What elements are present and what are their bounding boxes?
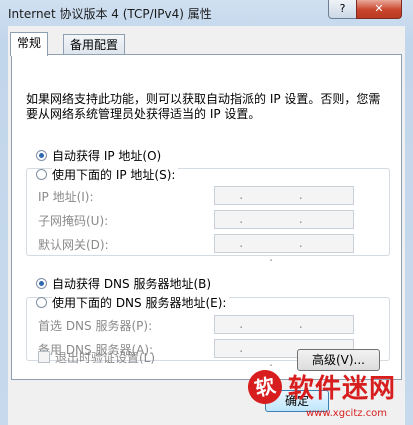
site-watermark: 软 软件迷网 www.xgcitz.com bbox=[240, 360, 413, 425]
preferred-dns-input[interactable]: . . . bbox=[214, 315, 354, 345]
tab-general[interactable]: 常规 bbox=[10, 32, 49, 56]
ip-address-label: IP 地址(I): bbox=[38, 190, 94, 204]
validate-settings-checkbox[interactable] bbox=[38, 351, 50, 363]
preferred-dns-label: 首选 DNS 服务器(P): bbox=[38, 319, 153, 333]
title-bar[interactable]: Internet 协议版本 4 (TCP/IPv4) 属性 ? ✕ bbox=[0, 0, 413, 26]
validate-settings-label[interactable]: 退出时验证设置(L) bbox=[55, 349, 155, 366]
auto-dns-radio[interactable] bbox=[36, 278, 47, 289]
manual-dns-radio[interactable] bbox=[36, 297, 47, 308]
manual-dns-label[interactable]: 使用下面的 DNS 服务器地址(E): bbox=[52, 294, 230, 311]
tab-panel-general: 如果网络支持此功能，则可以获取自动指派的 IP 设置。否则，您需要从网络系统管理… bbox=[11, 54, 402, 380]
default-gateway-dots: . . . bbox=[239, 236, 329, 264]
watermark-logo: 软 bbox=[244, 366, 286, 408]
subnet-mask-input[interactable]: . . . bbox=[214, 210, 354, 240]
default-gateway-input[interactable]: . . . bbox=[214, 234, 354, 264]
watermark-url: www.xgcitz.com bbox=[306, 408, 388, 419]
close-button[interactable]: ✕ bbox=[356, 0, 402, 19]
default-gateway-label: 默认网关(D): bbox=[38, 238, 109, 252]
manual-ip-radio[interactable] bbox=[36, 169, 47, 180]
auto-ip-label[interactable]: 自动获得 IP 地址(O) bbox=[52, 147, 161, 164]
watermark-name: 软件迷网 bbox=[288, 374, 397, 404]
ip-address-input[interactable]: . . . bbox=[214, 186, 354, 216]
window-title: Internet 协议版本 4 (TCP/IPv4) 属性 bbox=[8, 7, 212, 21]
auto-dns-label[interactable]: 自动获得 DNS 服务器地址(B) bbox=[52, 275, 211, 292]
subnet-mask-label: 子网掩码(U): bbox=[38, 214, 109, 228]
dialog-window: Internet 协议版本 4 (TCP/IPv4) 属性 ? ✕ 常规 备用配… bbox=[0, 0, 413, 425]
description-text: 如果网络支持此功能，则可以获取自动指派的 IP 设置。否则，您需要从网络系统管理… bbox=[26, 92, 381, 121]
tab-alternate-config[interactable]: 备用配置 bbox=[63, 34, 126, 55]
help-button[interactable]: ? bbox=[328, 0, 357, 19]
manual-ip-label[interactable]: 使用下面的 IP 地址(S): bbox=[52, 166, 179, 183]
auto-ip-radio[interactable] bbox=[36, 150, 47, 161]
